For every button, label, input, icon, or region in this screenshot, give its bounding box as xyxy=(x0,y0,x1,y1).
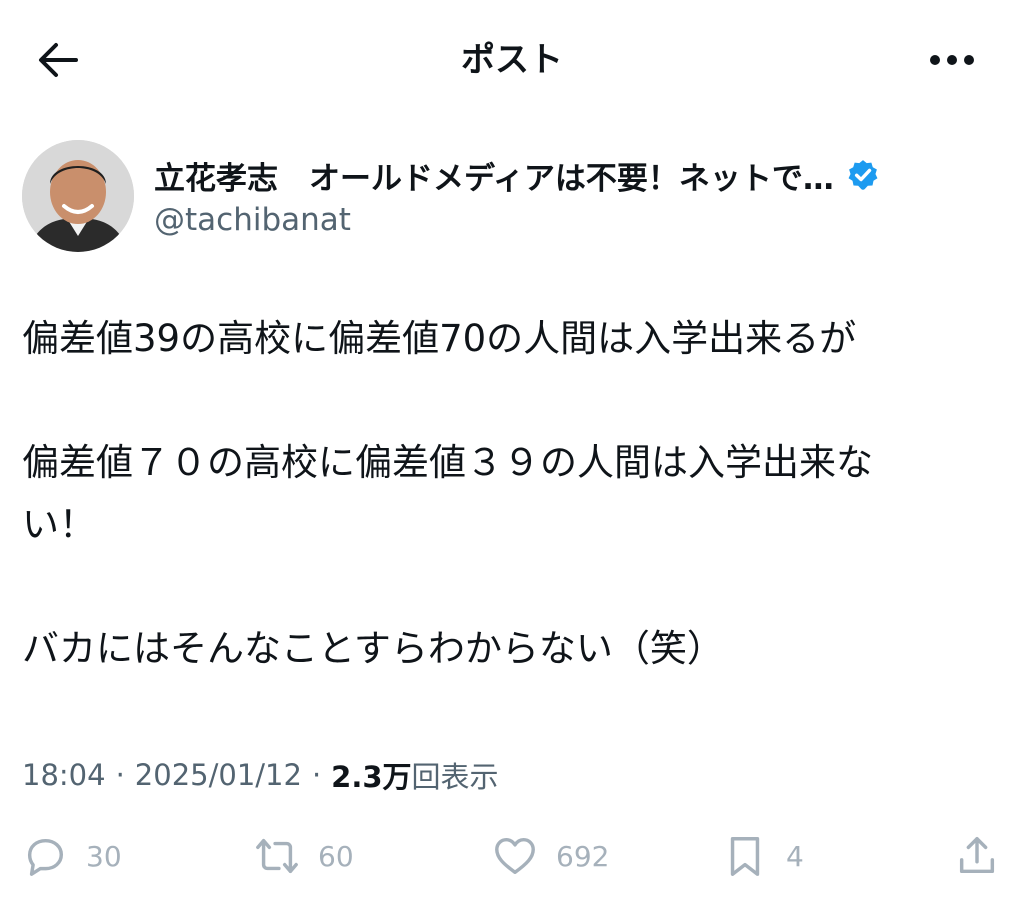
post-actions-bar: 30 60 692 4 xyxy=(0,826,1024,886)
bookmark-count: 4 xyxy=(786,839,804,873)
heart-icon xyxy=(495,837,535,875)
post-text-line xyxy=(22,556,1002,618)
repost-count: 60 xyxy=(318,839,354,873)
reply-button[interactable]: 30 xyxy=(22,826,122,886)
post-text-line: 偏差値39の高校に偏差値70の人間は入学出来るが xyxy=(22,317,857,360)
share-icon xyxy=(959,837,995,874)
author-handle[interactable]: @tachibanat xyxy=(154,202,351,238)
share-button[interactable] xyxy=(954,826,1000,886)
page-title: ポスト xyxy=(461,40,563,80)
display-name-row: 立花孝志 オールドメディアは不要！ネットで… xyxy=(154,152,880,198)
post-date[interactable]: 2025/01/12 xyxy=(135,758,302,792)
views-label: 回表示 xyxy=(411,760,499,794)
post-author: 立花孝志 オールドメディアは不要！ネットで… @tachibanat xyxy=(22,140,1002,255)
post-text-line: い！ xyxy=(22,503,96,546)
avatar-portrait-icon xyxy=(22,140,134,252)
reply-icon xyxy=(27,838,64,876)
top-bar: ポスト xyxy=(0,0,1024,120)
reply-count: 30 xyxy=(86,839,122,873)
avatar[interactable] xyxy=(22,140,134,252)
post-time[interactable]: 18:04 xyxy=(22,758,106,792)
more-horizontal-icon xyxy=(930,55,974,65)
display-name[interactable]: 立花孝志 オールドメディアは不要！ネットで… xyxy=(154,153,834,198)
more-options-button[interactable] xyxy=(924,38,980,82)
post-text-line: 偏差値７０の高校に偏差値３９の人間は入学出来な xyxy=(22,441,873,484)
post-text: 偏差値39の高校に偏差値70の人間は入学出来るが 偏差値７０の高校に偏差値３９の… xyxy=(22,308,1002,680)
repost-icon xyxy=(256,838,298,874)
like-button[interactable]: 692 xyxy=(492,826,609,886)
post-text-line xyxy=(22,370,1002,432)
bookmark-icon xyxy=(730,837,760,876)
bookmark-button[interactable]: 4 xyxy=(722,826,804,886)
views-count[interactable]: 2.3万 xyxy=(331,754,411,796)
post-meta: 18:04 · 2025/01/12 · 2.3万 回表示 xyxy=(22,750,499,800)
meta-separator: · xyxy=(115,758,125,792)
meta-separator: · xyxy=(311,758,322,792)
post-text-line: バカにはそんなことすらわからない（笑） xyxy=(22,627,724,670)
like-count: 692 xyxy=(556,839,610,873)
verified-badge-icon xyxy=(848,160,878,190)
repost-button[interactable]: 60 xyxy=(254,826,354,886)
